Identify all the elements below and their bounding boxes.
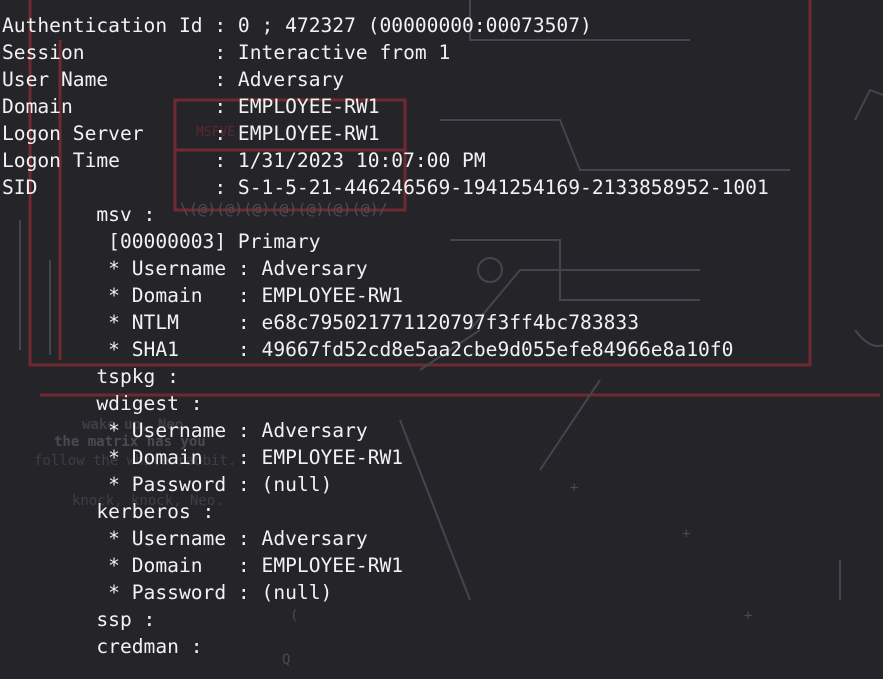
terminal-output[interactable]: Authentication Id : 0 ; 472327 (00000000… <box>2 12 769 660</box>
ssp-header: ssp : <box>2 608 156 631</box>
user-name-line: User Name : Adversary <box>2 68 345 91</box>
credman-header: credman : <box>2 635 203 658</box>
kerberos-username-line: * Username : Adversary <box>2 527 368 550</box>
wdigest-domain-line: * Domain : EMPLOYEE-RW1 <box>2 446 404 469</box>
tspkg-header: tspkg : <box>2 365 179 388</box>
terminal-window[interactable]: MSFVE \(@)(@)(@)(@)(@)(@)(@)/ wake up, N… <box>0 0 883 679</box>
msv-domain-line: * Domain : EMPLOYEE-RW1 <box>2 284 404 307</box>
session-line: Session : Interactive from 1 <box>2 41 451 64</box>
logon-server-line: Logon Server : EMPLOYEE-RW1 <box>2 122 380 145</box>
wdigest-username-line: * Username : Adversary <box>2 419 368 442</box>
auth-id-line: Authentication Id : 0 ; 472327 (00000000… <box>2 14 592 37</box>
msv-sha1-line: * SHA1 : 49667fd52cd8e5aa2cbe9d055efe849… <box>2 338 734 361</box>
kerberos-header: kerberos : <box>2 500 215 523</box>
domain-line: Domain : EMPLOYEE-RW1 <box>2 95 380 118</box>
msv-ntlm-line: * NTLM : e68c795021771120797f3ff4bc78383… <box>2 311 640 334</box>
wdigest-header: wdigest : <box>2 392 203 415</box>
msv-header: msv : <box>2 203 156 226</box>
msv-primary-line: [00000003] Primary <box>2 230 321 253</box>
kerberos-password-line: * Password : (null) <box>2 581 333 604</box>
sid-line: SID : S-1-5-21-446246569-1941254169-2133… <box>2 176 769 199</box>
msv-username-line: * Username : Adversary <box>2 257 368 280</box>
kerberos-domain-line: * Domain : EMPLOYEE-RW1 <box>2 554 404 577</box>
logon-time-line: Logon Time : 1/31/2023 10:07:00 PM <box>2 149 486 172</box>
wdigest-password-line: * Password : (null) <box>2 473 333 496</box>
